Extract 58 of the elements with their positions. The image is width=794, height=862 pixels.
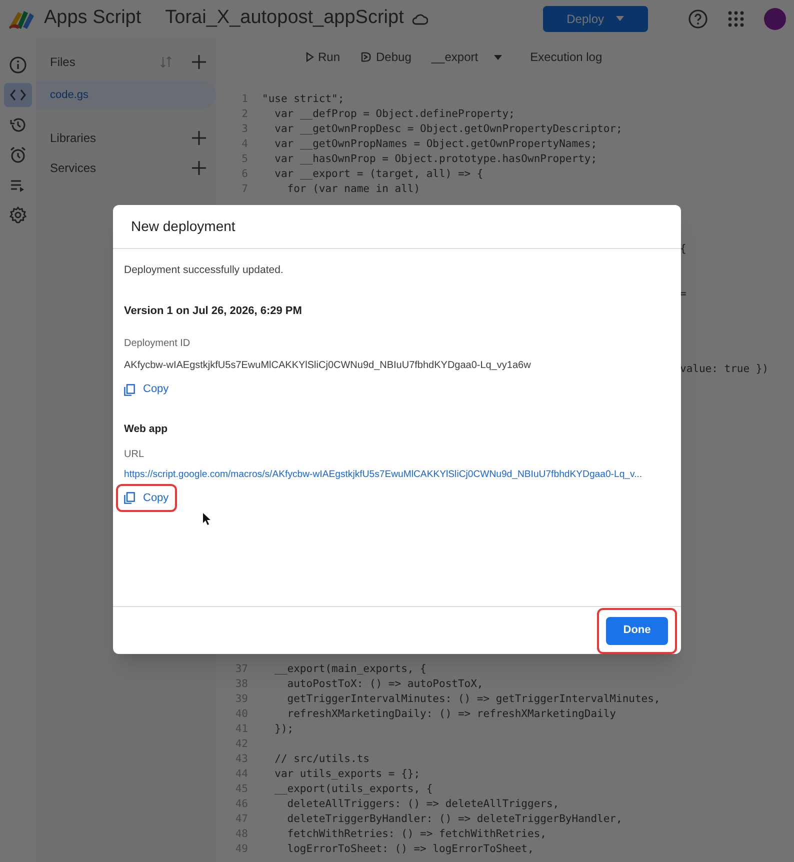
deploy-button[interactable]: Deploy	[542, 6, 648, 32]
section-heading: Libraries	[50, 130, 96, 147]
section-heading: Services	[50, 160, 96, 177]
code-line: autoPostToX: () => autoPostToX,	[286, 676, 484, 692]
add-icon[interactable]	[192, 161, 206, 175]
code-fragment: value: true })	[680, 362, 769, 377]
version-heading: Version 1 on Jul 26, 2026, 6:29 PM	[124, 304, 303, 319]
code-line: logErrorToSheet: () => logErrorToSheet,	[286, 842, 534, 857]
code-line: __export(utils_exports, {	[274, 782, 433, 797]
copy-icon	[124, 384, 135, 396]
copy-button[interactable]: Copy	[118, 486, 175, 510]
code-line: deleteAllTriggers: () => deleteAllTriggers,	[286, 796, 560, 812]
code-line: refreshXMarketingDaily: () => refreshXMarketingDaily	[286, 706, 616, 722]
code-line: // src/utils.ts	[274, 752, 370, 767]
code-fragment: {	[680, 242, 686, 257]
file-item[interactable]: code.gs	[36, 81, 216, 109]
function-select[interactable]: __export	[431, 48, 502, 66]
caret-icon	[494, 54, 502, 60]
status-message: Deployment successfully updated.	[124, 263, 284, 278]
code-line: var __export = (target, all) => {	[274, 166, 484, 182]
code-line: var __getOwnPropDesc = Object.getOwnPropertyDescriptor;	[274, 122, 622, 137]
copy-button[interactable]: Copy	[118, 377, 175, 402]
project-title: Torai_X_autopost_appScript	[165, 6, 404, 30]
debug-button[interactable]: Debug	[360, 48, 412, 66]
run-button[interactable]: Run	[306, 48, 340, 66]
add-icon[interactable]	[192, 55, 206, 69]
caret-icon	[616, 16, 624, 21]
code-line: getTriggerIntervalMinutes: () => getTriggerIntervalMinutes,	[286, 692, 660, 707]
code-line: deleteTriggerByHandler: () => deleteTriggerByHandler,	[286, 812, 622, 827]
section-heading: Files	[50, 54, 76, 71]
code-line: fetchWithRetries: () => fetchWithRetries,	[286, 826, 546, 842]
code-line: var __hasOwnProp = Object.prototype.hasOwnProperty;	[274, 152, 598, 167]
code-line: var __getOwnPropNames = Object.getOwnPropertyNames;	[274, 136, 598, 152]
code-line: });	[274, 722, 294, 737]
help-icon[interactable]	[688, 8, 708, 28]
section-heading: Web app	[124, 422, 169, 437]
code-line: "use strict";	[262, 92, 344, 107]
dialog-title: New deployment	[131, 217, 236, 236]
execution-log-button[interactable]: Execution log	[530, 48, 602, 66]
field-label: Deployment ID	[124, 337, 192, 352]
product-name: Apps Script	[44, 6, 142, 30]
mouse-pointer-icon	[203, 513, 211, 525]
avatar[interactable]	[764, 8, 786, 30]
field-label: URL	[124, 448, 146, 462]
code-icon[interactable]	[4, 83, 32, 107]
done-button[interactable]: Done	[606, 616, 668, 644]
debug-icon	[360, 51, 372, 63]
add-icon[interactable]	[192, 131, 206, 145]
code-line: for (var name in all)	[286, 182, 420, 197]
web-app-url-link[interactable]: https://script.google.com/macros/s/AKfycbw-wIAEgstkjkfU5s7EwuMlCAKKYlSliCj0CWNu9d_NBIuU7fbhdKYDgaa0-Lq_v...	[124, 468, 670, 482]
code-line: var utils_exports = {};	[274, 766, 420, 782]
play-icon	[306, 52, 314, 62]
code-line: __export(main_exports, {	[274, 662, 426, 677]
cloud-icon	[412, 12, 428, 24]
code-line: var __defProp = Object.defineProperty;	[274, 106, 515, 122]
deployment-id: AKfycbw-wIAEgstkjkfU5s7EwuMlCAKKYlSliCj0CWNu9d_NBIuU7fbhdKYDgaa0-Lq_vy1a6w	[124, 359, 532, 374]
apps-grid-icon[interactable]	[728, 10, 744, 26]
copy-icon	[124, 492, 135, 504]
